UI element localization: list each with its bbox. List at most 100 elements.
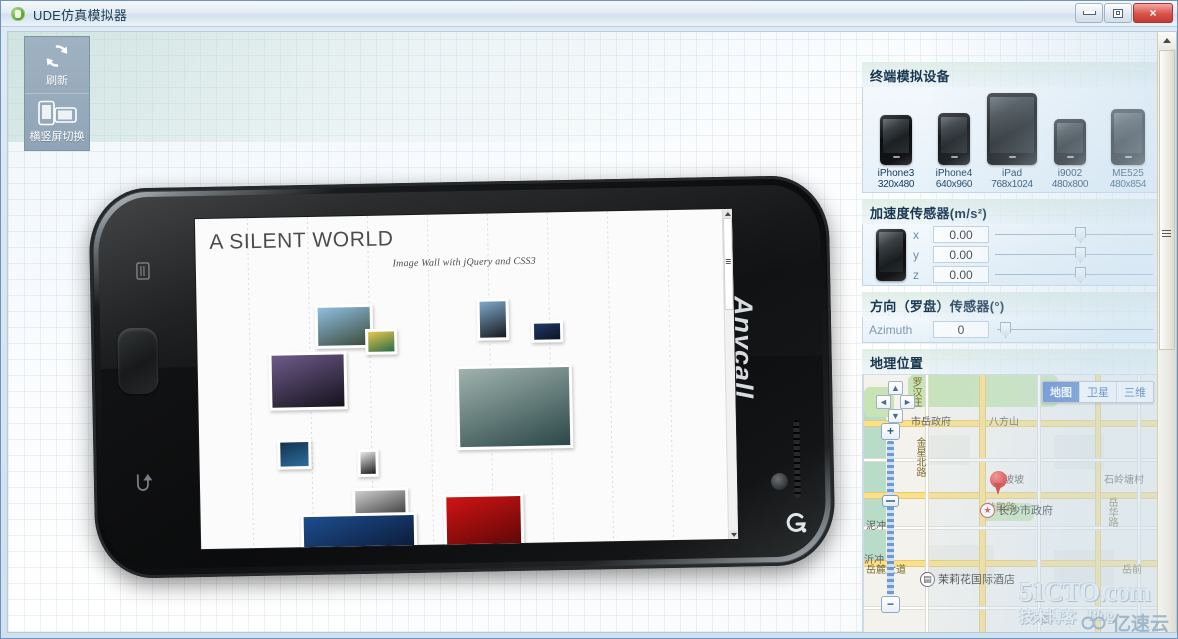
- pigeons-photo[interactable]: [455, 363, 574, 451]
- simulator-canvas: 刷新 横竖屏切换 Anycall A SILENT WORLD Image Wa…: [7, 31, 1159, 633]
- map-view[interactable]: 市岳政府 八方山 金星北路 坡坡 石岭塘村 杜鹃路 岳华路 泥冲 沂冲 岳麓大道…: [863, 374, 1159, 632]
- device-graphic: [938, 113, 970, 165]
- ude-simulator-window: UDE仿真模拟器 × 刷新 横竖屏切换 Anycall A SILENT WOR…: [0, 0, 1178, 639]
- refresh-button[interactable]: 刷新: [25, 37, 89, 93]
- blue-window-photo[interactable]: [277, 438, 312, 470]
- map-label-mountain: 八方山: [989, 417, 1019, 428]
- axis-input-y[interactable]: [933, 246, 989, 263]
- hotel-icon: ▤: [920, 571, 935, 587]
- accelerometer-phone-graphic: [869, 228, 913, 281]
- accel-axis-x: x: [913, 226, 1155, 243]
- pan-left-button[interactable]: ◄: [876, 395, 891, 409]
- device-screen: [883, 119, 909, 153]
- device-screen: [990, 97, 1034, 153]
- rotate-screen-icon: [38, 100, 77, 126]
- map-tab-卫星[interactable]: 卫星: [1079, 382, 1116, 402]
- close-button[interactable]: ×: [1133, 3, 1173, 23]
- title-bar: UDE仿真模拟器 ×: [1, 1, 1177, 27]
- phone-screen[interactable]: A SILENT WORLD Image Wall with jQuery an…: [194, 208, 739, 550]
- axis-label: y: [913, 247, 919, 262]
- map-pan-control[interactable]: ▲ ◄ ► ▼: [876, 381, 916, 423]
- map-label-popo: 坡坡: [1004, 475, 1024, 486]
- dark-blue-photo[interactable]: [530, 320, 564, 343]
- palm-sunset-photo[interactable]: [268, 351, 348, 411]
- device-option-ipad[interactable]: iPad 768x1024: [985, 93, 1039, 190]
- device-name: iPhone4: [935, 168, 973, 179]
- accel-axis-z: z: [913, 266, 1155, 283]
- map-tab-地图[interactable]: 地图: [1043, 382, 1079, 402]
- axis-input-z[interactable]: [933, 266, 989, 283]
- minimize-button[interactable]: [1075, 3, 1103, 23]
- back-arrow-icon[interactable]: [132, 472, 159, 501]
- map-type-tabs[interactable]: 地图 卫星 三维: [1042, 381, 1154, 403]
- pan-up-button[interactable]: ▲: [888, 381, 903, 395]
- location-pin[interactable]: [990, 471, 1007, 495]
- device-resolution: 640x960: [935, 179, 973, 190]
- device-name: ME525: [1112, 168, 1144, 179]
- tower-photo[interactable]: [476, 298, 510, 341]
- map-tab-三维[interactable]: 三维: [1116, 382, 1153, 402]
- axis-input-x[interactable]: [933, 226, 989, 243]
- device-home-button: [1008, 156, 1016, 158]
- scroll-up-arrow-icon[interactable]: [1158, 32, 1176, 49]
- zoom-thumb[interactable]: [882, 495, 899, 507]
- axis-slider-z[interactable]: [995, 266, 1155, 283]
- device-home-button: [892, 156, 900, 158]
- device-option-iphone4[interactable]: iPhone4 640x960: [927, 113, 981, 190]
- menu-icon[interactable]: [132, 260, 155, 287]
- device-list: iPhone3 320x480 iPhone4 640x960 iPad 768x1024…: [863, 87, 1159, 192]
- device-resolution: 480x854: [1109, 179, 1147, 190]
- map-label-gov: 市岳政府: [911, 417, 951, 428]
- device-option-me525[interactable]: ME525 480x854: [1101, 109, 1155, 190]
- device-home-button: [1124, 156, 1132, 158]
- map-marker-government[interactable]: ★ 长沙市政府: [980, 502, 1053, 518]
- yellow-door-photo[interactable]: [365, 328, 398, 355]
- photo-thumbnail: [479, 301, 507, 338]
- refresh-label: 刷新: [46, 75, 68, 87]
- axis-slider-x[interactable]: [995, 226, 1155, 243]
- small-figure-photo[interactable]: [357, 448, 379, 478]
- device-resolution: 768x1024: [991, 179, 1033, 190]
- star-icon: ★: [980, 502, 995, 518]
- scroll-up-icon[interactable]: [722, 208, 732, 219]
- map-zoom-slider[interactable]: + −: [881, 423, 901, 613]
- map-label-village: 石岭塘村: [1104, 475, 1144, 486]
- left-toolbar: 刷新 横竖屏切换: [24, 36, 90, 151]
- device-option-i9002[interactable]: i9002 480x800: [1043, 119, 1097, 190]
- azimuth-input[interactable]: [933, 321, 989, 338]
- window-controls: ×: [1074, 3, 1173, 23]
- zoom-out-button[interactable]: −: [881, 596, 900, 613]
- pan-down-button[interactable]: ▼: [888, 409, 903, 423]
- location-section: 市岳政府 八方山 金星北路 坡坡 石岭塘村 杜鹃路 岳华路 泥冲 沂冲 岳麓大道…: [862, 374, 1159, 632]
- rotate-screen-button[interactable]: 横竖屏切换: [25, 93, 89, 150]
- pan-right-button[interactable]: ►: [900, 395, 915, 409]
- device-graphic: [1111, 109, 1145, 165]
- home-button[interactable]: [117, 327, 159, 395]
- map-label-jinxing: 金星北路: [914, 437, 925, 477]
- window-scrollbar[interactable]: [1157, 31, 1177, 633]
- g3-logo: [783, 510, 809, 536]
- page-title: A SILENT WORLD: [209, 227, 394, 254]
- axis-slider-y[interactable]: [995, 246, 1155, 263]
- zoom-in-button[interactable]: +: [881, 423, 900, 440]
- location-title: 地理位置: [862, 349, 1159, 374]
- scroll-down-icon[interactable]: [728, 529, 739, 539]
- red-room-photo[interactable]: [443, 492, 525, 550]
- photo-thumbnail: [271, 354, 345, 408]
- photo-thumbnail: [280, 442, 309, 467]
- device-section-title: 终端模拟设备: [862, 62, 1159, 87]
- device-option-iphone3[interactable]: iPhone3 320x480: [869, 115, 923, 190]
- azimuth-slider[interactable]: [997, 321, 1155, 338]
- poi-label: 茉莉花国际酒店: [938, 574, 1015, 586]
- accelerometer-axes: xyz: [913, 226, 1155, 283]
- axis-label: z: [913, 267, 919, 282]
- minimize-icon: [1082, 11, 1096, 15]
- night-sky-photo[interactable]: [300, 511, 418, 550]
- device-name: iPhone3: [877, 168, 915, 179]
- device-resolution: 480x800: [1051, 179, 1089, 190]
- device-section: iPhone3 320x480 iPhone4 640x960 iPad 768x1024…: [862, 87, 1159, 193]
- map-marker-hotel[interactable]: ▤ 茉莉花国际酒店: [920, 571, 1015, 587]
- window-scroll-thumb[interactable]: [1159, 50, 1175, 350]
- maximize-button[interactable]: [1104, 3, 1132, 23]
- compass-section: Azimuth: [862, 317, 1159, 343]
